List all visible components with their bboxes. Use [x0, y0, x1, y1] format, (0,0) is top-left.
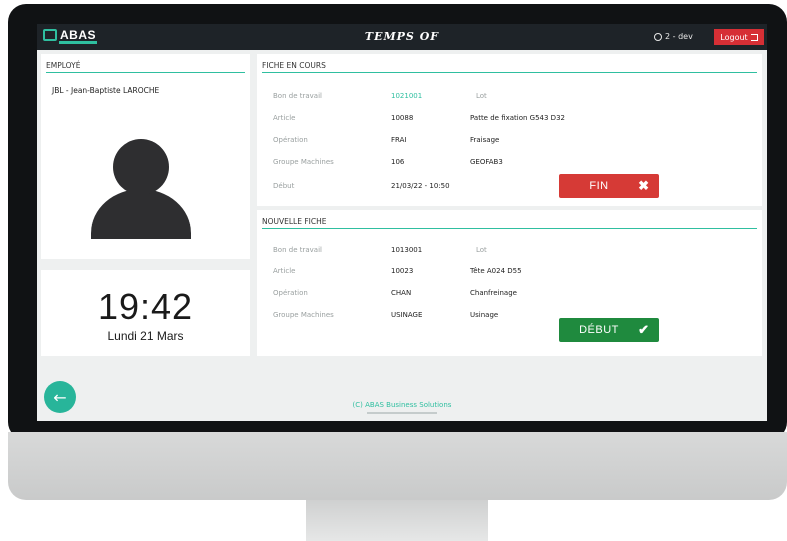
- row-label: Bon de travail: [273, 246, 322, 254]
- user-icon: [654, 32, 662, 41]
- row-label: Article: [273, 114, 296, 122]
- fin-button-label: FIN: [589, 180, 609, 192]
- row-value: 10088: [391, 114, 414, 122]
- user-label: 2 - dev: [665, 32, 693, 41]
- monitor-frame: ABAS TEMPS OF 2 - dev Logout EMPLOYÉ JBL…: [8, 4, 787, 440]
- row-label: Opération: [273, 289, 308, 297]
- row-label: Début: [273, 182, 295, 190]
- row-value: FRAI: [391, 136, 407, 144]
- employee-header: EMPLOYÉ: [46, 59, 245, 73]
- row-label: Bon de travail: [273, 92, 322, 100]
- row-label: Groupe Machines: [273, 158, 334, 166]
- row-value: 106: [391, 158, 405, 166]
- user-info: 2 - dev: [654, 32, 693, 41]
- logout-button[interactable]: Logout: [714, 29, 764, 45]
- current-sheet-header: FICHE EN COURS: [262, 59, 757, 73]
- row-extra: Lot: [476, 246, 487, 254]
- monitor-stand: [306, 500, 488, 541]
- row-extra: Patte de fixation G543 D32: [470, 114, 565, 122]
- row-value: USINAGE: [391, 311, 423, 319]
- new-sheet-panel: NOUVELLE FICHE Bon de travail 1013001 Lo…: [257, 210, 762, 356]
- row-label: Opération: [273, 136, 308, 144]
- avatar-icon: [91, 139, 191, 239]
- version-line: [367, 412, 437, 414]
- clock-time: 19:42: [97, 286, 194, 327]
- logout-label: Logout: [720, 32, 748, 42]
- employee-panel: EMPLOYÉ JBL - Jean-Baptiste LAROCHE: [41, 54, 250, 259]
- clock-date: Lundi 21 Mars: [107, 329, 184, 343]
- check-icon: ✔: [638, 322, 649, 337]
- row-label: Groupe Machines: [273, 311, 334, 319]
- debut-button[interactable]: DÉBUT ✔: [559, 318, 659, 342]
- avatar-head: [113, 139, 169, 195]
- close-icon: ✖: [638, 178, 649, 193]
- row-value: 21/03/22 - 10:50: [391, 182, 450, 190]
- row-label: Article: [273, 267, 296, 275]
- monitor-chin: [8, 432, 787, 500]
- row-value: 10023: [391, 267, 414, 275]
- row-extra: Fraisage: [470, 136, 500, 144]
- logout-icon: [750, 33, 758, 41]
- screen: ABAS TEMPS OF 2 - dev Logout EMPLOYÉ JBL…: [37, 24, 767, 421]
- copyright: (C) ABAS Business Solutions: [352, 401, 452, 409]
- new-sheet-header: NOUVELLE FICHE: [262, 215, 757, 229]
- top-bar: ABAS TEMPS OF 2 - dev Logout: [37, 24, 767, 50]
- row-extra: Usinage: [470, 311, 499, 319]
- row-value: 1013001: [391, 246, 423, 254]
- row-value: CHAN: [391, 289, 412, 297]
- clock-panel: 19:42 Lundi 21 Mars: [41, 270, 250, 356]
- row-extra: Chanfreinage: [470, 289, 517, 297]
- row-extra: Tête A024 D55: [470, 267, 522, 275]
- row-extra: GEOFAB3: [470, 158, 503, 166]
- employee-name: JBL - Jean-Baptiste LAROCHE: [52, 86, 160, 95]
- fin-button[interactable]: FIN ✖: [559, 174, 659, 198]
- debut-button-label: DÉBUT: [579, 324, 619, 336]
- row-extra: Lot: [476, 92, 487, 100]
- row-value: 1021001: [391, 92, 423, 100]
- current-sheet-panel: FICHE EN COURS Bon de travail 1021001 Lo…: [257, 54, 762, 206]
